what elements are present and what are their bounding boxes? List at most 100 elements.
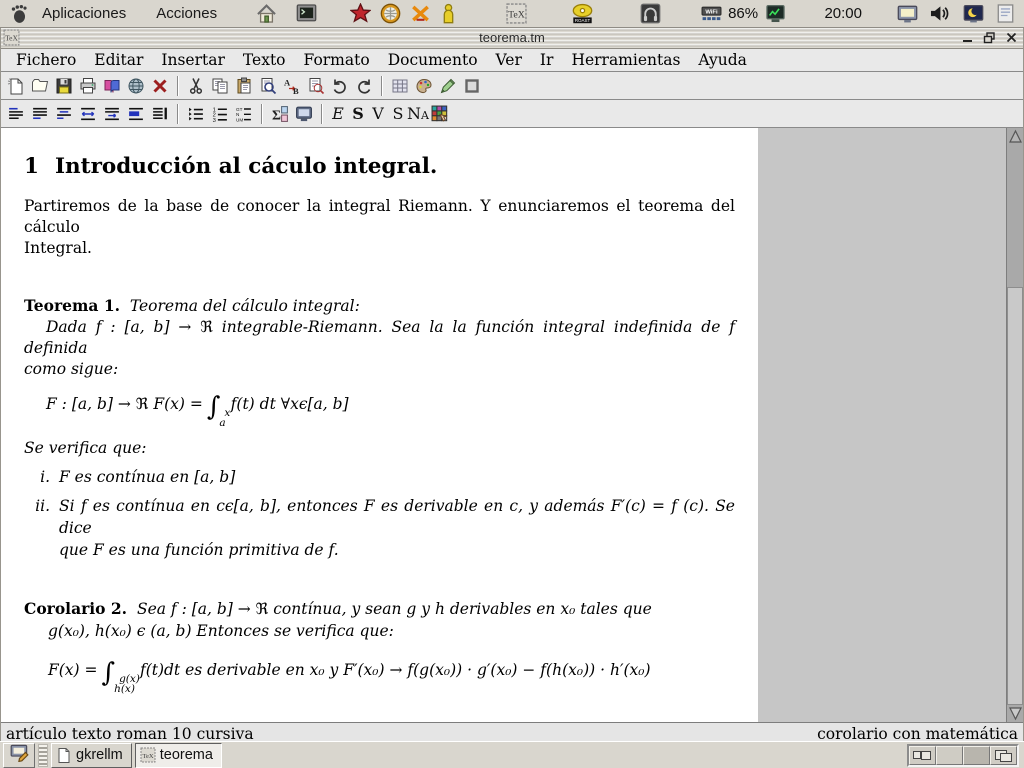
save-document-button[interactable] (52, 74, 76, 97)
workspace-switcher[interactable] (907, 744, 1019, 767)
color-tool-button[interactable] (428, 102, 452, 125)
replace-button[interactable]: AB (280, 74, 304, 97)
description-list-button[interactable]: GTNUM (232, 102, 256, 125)
spell-check-icon (307, 77, 325, 95)
open-web-button[interactable] (124, 74, 148, 97)
menu-fichero[interactable]: Fichero (7, 51, 85, 69)
undo-icon (331, 77, 349, 95)
redo-button[interactable] (352, 74, 376, 97)
format-strong-button[interactable]: S (348, 102, 368, 125)
format-sample-button[interactable]: S (388, 102, 408, 125)
tray-volume[interactable] (928, 3, 950, 25)
launcher-cdroast[interactable]: ROAST (571, 3, 593, 25)
numbered-list-button[interactable]: 123 (208, 102, 232, 125)
menu-acciones[interactable]: Acciones (154, 5, 219, 22)
workspace-2[interactable] (936, 746, 963, 765)
paragraph-left-button[interactable] (4, 102, 28, 125)
format-verbatim-button[interactable]: V (368, 102, 388, 125)
find-button[interactable] (256, 74, 280, 97)
tray-display[interactable] (896, 3, 918, 25)
menu-ir[interactable]: Ir (531, 51, 563, 69)
paste-button[interactable] (232, 74, 256, 97)
print-document-button[interactable] (76, 74, 100, 97)
menu-texto[interactable]: Texto (234, 51, 295, 69)
tray-screensaver[interactable] (962, 3, 984, 25)
document-page[interactable]: 1Introducción al cáculo integral. Partir… (1, 128, 758, 722)
tray-audio[interactable] (639, 3, 661, 25)
launcher-star[interactable] (349, 3, 371, 25)
paragraph-right-button[interactable] (52, 102, 76, 125)
workspace-3[interactable] (963, 746, 990, 765)
task-gkrellm-button[interactable]: gkrellm (51, 743, 132, 768)
close-button[interactable] (1003, 29, 1019, 45)
texmacs-window: TeX teorema.tm FicheroEditarInsertarText… (0, 28, 1024, 741)
svg-text:GT: GT (236, 106, 243, 111)
paragraph-indent-button[interactable] (100, 102, 124, 125)
menu-editar[interactable]: Editar (85, 51, 152, 69)
launcher-web[interactable] (379, 3, 401, 25)
restore-button[interactable] (981, 29, 997, 45)
panel-clock[interactable]: 20:00 (824, 5, 862, 22)
list-item-label: ii. (24, 495, 50, 561)
tray-wifi[interactable]: WiFi (697, 3, 725, 25)
open-document-button[interactable] (28, 74, 52, 97)
launcher-home[interactable] (255, 3, 277, 25)
window-titlebar[interactable]: TeX teorema.tm (1, 28, 1023, 49)
insert-session-button[interactable] (292, 102, 316, 125)
vertical-scrollbar[interactable] (1006, 128, 1023, 722)
task-teorema-button[interactable]: TeXteorema (135, 743, 222, 768)
toolbar-separator (321, 104, 323, 124)
insert-math-button[interactable]: Σ (268, 102, 292, 125)
style-book-button[interactable] (100, 74, 124, 97)
panel-drag-handle[interactable] (38, 744, 48, 767)
insert-link-button[interactable] (436, 74, 460, 97)
style-book-icon (103, 77, 121, 95)
cut-button[interactable] (184, 74, 208, 97)
paragraph-block-button[interactable] (124, 102, 148, 125)
launcher-tools[interactable] (409, 3, 431, 25)
menu-formato[interactable]: Formato (295, 51, 379, 69)
undo-button[interactable] (328, 74, 352, 97)
paragraph-margin-button[interactable] (148, 102, 172, 125)
menu-documento[interactable]: Documento (379, 51, 487, 69)
format-name-label: Na (407, 104, 429, 123)
window-controls (959, 29, 1019, 45)
corollary-label: Corolario 2. (24, 599, 127, 618)
new-document-button[interactable] (4, 74, 28, 97)
menu-ayuda[interactable]: Ayuda (689, 51, 755, 69)
workspace-4[interactable] (990, 746, 1017, 765)
close-document-button[interactable] (148, 74, 172, 97)
page-icon (56, 747, 72, 763)
format-emphasis-button[interactable]: E (328, 102, 348, 125)
scrollbar-thumb[interactable] (1007, 287, 1023, 705)
show-desktop-button[interactable] (3, 743, 35, 768)
insert-image-button[interactable] (412, 74, 436, 97)
spell-check-button[interactable] (304, 74, 328, 97)
launcher-terminal[interactable] (295, 3, 317, 25)
launcher-tex[interactable]: TeX (505, 3, 527, 25)
workspace-1[interactable] (909, 746, 936, 765)
scroll-down-arrow-icon[interactable] (1008, 705, 1023, 721)
mini-window (913, 751, 921, 759)
menu-herramientas[interactable]: Herramientas (562, 51, 689, 69)
format-name-button[interactable]: Na (408, 102, 428, 125)
tray-sysmon[interactable] (764, 3, 786, 25)
minimize-button[interactable] (959, 29, 975, 45)
paragraph-justify-button[interactable] (76, 102, 100, 125)
insert-table-button[interactable] (388, 74, 412, 97)
insert-frame-button[interactable] (460, 74, 484, 97)
copy-icon (211, 77, 229, 95)
menu-insertar[interactable]: Insertar (152, 51, 234, 69)
paragraph-center-button[interactable] (28, 102, 52, 125)
color-tool-icon (431, 105, 449, 123)
copy-button[interactable] (208, 74, 232, 97)
gnome-main-menu[interactable] (8, 3, 30, 25)
launcher-user[interactable] (437, 3, 459, 25)
scroll-up-arrow-icon[interactable] (1008, 129, 1023, 145)
tray-notes[interactable] (994, 3, 1016, 25)
bullet-list-button[interactable] (184, 102, 208, 125)
integral-limits: g(x)h(x) (115, 675, 136, 694)
svg-text:Σ: Σ (272, 107, 281, 122)
menu-aplicaciones[interactable]: Aplicaciones (40, 5, 128, 22)
menu-ver[interactable]: Ver (487, 51, 531, 69)
